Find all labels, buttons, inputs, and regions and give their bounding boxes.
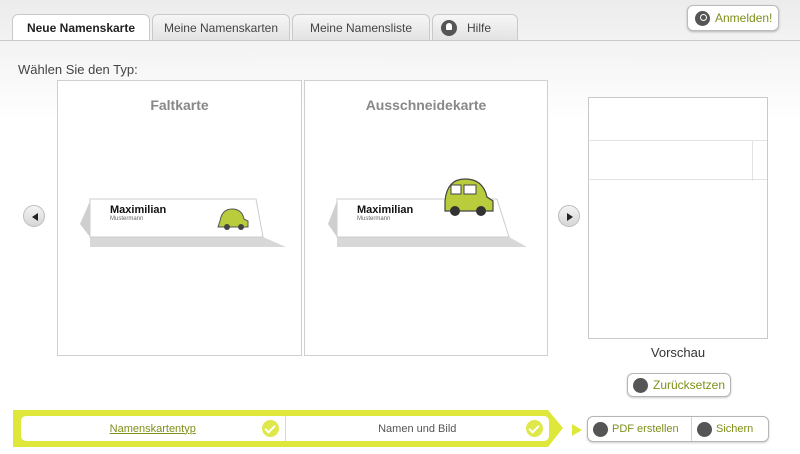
cutout-card-illustration	[328, 178, 527, 247]
card-surname: Mustermann	[110, 216, 144, 222]
lightbulb-icon	[441, 19, 457, 36]
arrow-left-icon	[32, 213, 38, 221]
card-ausschneidekarte[interactable]: Ausschneidekarte Maximilian Mustermann	[304, 80, 548, 356]
pdf-create-button[interactable]: PDF erstellen	[588, 417, 692, 441]
tab-bar: Neue Namenskarte Meine Namenskarten Mein…	[12, 14, 520, 41]
login-label: Anmelden!	[715, 11, 773, 25]
download-icon	[593, 421, 608, 437]
tab-meine-namenskarten[interactable]: Meine Namenskarten	[152, 14, 290, 40]
tab-label: Meine Namenskarten	[163, 20, 279, 35]
tab-neue-namenskarte[interactable]: Neue Namenskarte	[12, 14, 150, 41]
card-faltkarte[interactable]: Faltkarte Maximilian Mustermann	[57, 80, 302, 356]
car-icon	[444, 178, 494, 216]
next-arrow-button[interactable]	[558, 205, 580, 227]
preview-label: Vorschau	[650, 345, 706, 360]
save-button[interactable]: Sichern	[692, 417, 753, 441]
action-buttons: PDF erstellen Sichern	[587, 416, 769, 442]
step-namen-und-bild[interactable]: Namen und Bild	[284, 416, 550, 441]
pdf-label: PDF erstellen	[612, 423, 679, 435]
chevron-right-icon	[572, 424, 582, 436]
login-button[interactable]: Anmelden!	[687, 5, 779, 31]
arrow-right-icon	[567, 213, 573, 221]
tab-label: Hilfe	[467, 20, 492, 35]
prev-arrow-button[interactable]	[23, 205, 45, 227]
tab-underline	[0, 40, 800, 41]
key-icon	[695, 10, 710, 26]
reset-button[interactable]: Zurücksetzen	[627, 373, 731, 397]
tab-hilfe[interactable]: Hilfe	[432, 14, 518, 40]
save-icon	[697, 421, 712, 437]
card-name: Maximilian	[110, 204, 167, 216]
step-container: Namenskartentyp Namen und Bild	[21, 416, 549, 441]
type-label: Wählen Sie den Typ:	[18, 62, 138, 77]
tab-label: Meine Namensliste	[309, 20, 413, 35]
tab-meine-namensliste[interactable]: Meine Namensliste	[292, 14, 430, 40]
tab-label: Neue Namenskarte	[26, 21, 136, 35]
check-icon	[526, 420, 543, 437]
preview-band	[589, 140, 767, 181]
card-name: Maximilian	[357, 204, 414, 216]
card-surname: Mustermann	[357, 216, 391, 222]
step-label: Namen und Bild	[378, 422, 457, 435]
refresh-icon	[633, 377, 648, 393]
step-label: Namenskartentyp	[109, 422, 196, 435]
check-icon	[261, 420, 279, 437]
step-progress-bar: Namenskartentyp Namen und Bild	[13, 410, 563, 447]
step-namenskartentyp[interactable]: Namenskartentyp	[21, 416, 285, 441]
reset-label: Zurücksetzen	[653, 378, 726, 392]
preview-panel	[588, 97, 768, 339]
save-label: Sichern	[716, 423, 754, 435]
folded-card-illustration	[80, 198, 286, 247]
